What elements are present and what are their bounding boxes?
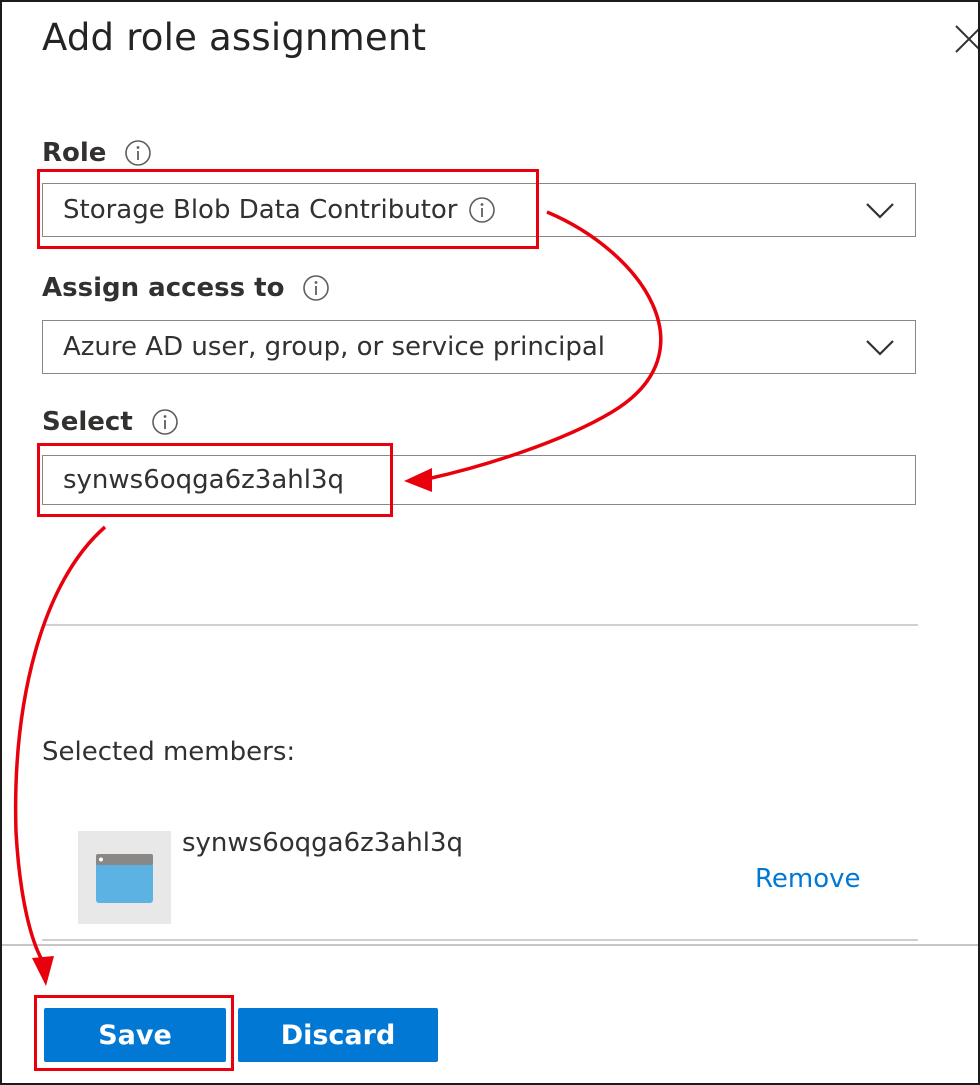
discard-button[interactable]: Discard bbox=[238, 1008, 438, 1062]
select-label-row: Select bbox=[42, 407, 179, 437]
member-name: synws6oqga6z3ahl3q bbox=[182, 828, 464, 858]
save-button[interactable]: Save bbox=[44, 1008, 226, 1062]
chevron-down-icon bbox=[866, 203, 894, 219]
info-icon[interactable] bbox=[468, 196, 496, 224]
close-icon[interactable] bbox=[952, 22, 980, 56]
divider bbox=[42, 939, 918, 941]
arrowhead-icon bbox=[32, 956, 54, 986]
assign-access-label-row: Assign access to bbox=[42, 273, 330, 303]
assign-access-label: Assign access to bbox=[42, 273, 285, 303]
selected-members-label: Selected members: bbox=[42, 737, 296, 767]
role-label: Role bbox=[42, 138, 107, 168]
add-role-assignment-dialog: Add role assignment Role Storage Blob Da… bbox=[0, 0, 980, 1085]
select-search-input[interactable] bbox=[42, 455, 916, 505]
assign-access-value: Azure AD user, group, or service princip… bbox=[63, 332, 605, 362]
role-label-row: Role bbox=[42, 138, 152, 168]
role-dropdown-value: Storage Blob Data Contributor bbox=[63, 195, 496, 225]
assign-access-dropdown[interactable]: Azure AD user, group, or service princip… bbox=[42, 320, 916, 374]
info-icon[interactable] bbox=[151, 408, 179, 436]
info-icon[interactable] bbox=[302, 274, 330, 302]
dialog-title: Add role assignment bbox=[42, 16, 427, 59]
role-value: Storage Blob Data Contributor bbox=[63, 195, 458, 225]
member-avatar bbox=[78, 831, 171, 924]
remove-member-link[interactable]: Remove bbox=[755, 864, 861, 894]
info-icon[interactable] bbox=[124, 139, 152, 167]
divider bbox=[42, 624, 918, 626]
footer-divider bbox=[2, 944, 978, 946]
app-window-icon bbox=[96, 854, 153, 903]
select-label: Select bbox=[42, 407, 133, 437]
chevron-down-icon bbox=[866, 340, 894, 356]
role-dropdown[interactable]: Storage Blob Data Contributor bbox=[42, 183, 916, 237]
